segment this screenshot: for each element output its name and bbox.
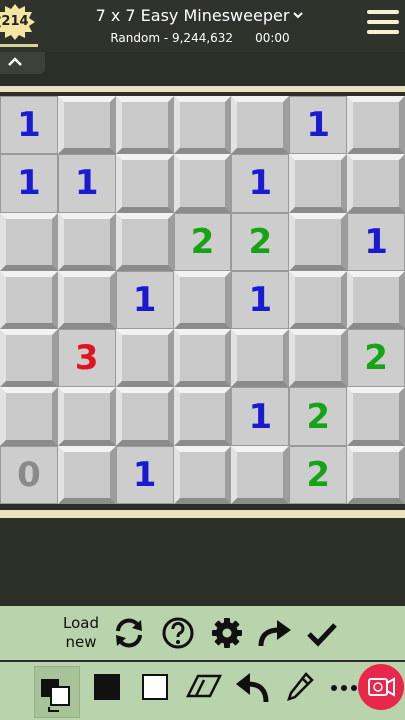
- cell-number: 2: [364, 338, 388, 379]
- board-cell-r1-c3[interactable]: [173, 154, 232, 213]
- undo-icon[interactable]: [234, 670, 270, 704]
- tool-toolbar: [0, 660, 405, 720]
- board-cell-r1-c4[interactable]: 1: [231, 154, 290, 213]
- collapse-header-button[interactable]: [0, 52, 45, 74]
- board-cell-r2-c1[interactable]: [57, 212, 116, 271]
- title-block[interactable]: 7 x 7 Easy Minesweeper Random - 9,244,63…: [90, 6, 310, 45]
- cell-number: 1: [364, 221, 388, 262]
- cell-number: 1: [248, 163, 273, 204]
- board-cell-r6-c6[interactable]: [347, 445, 405, 504]
- board-cell-r6-c3[interactable]: [173, 445, 232, 504]
- puzzle-id: Random - 9,244,632: [110, 31, 234, 45]
- black-square-icon[interactable]: [94, 674, 120, 700]
- redo-icon[interactable]: [257, 618, 293, 648]
- minesweeper-board: 11111221113212012: [0, 96, 405, 504]
- eraser-icon[interactable]: [186, 674, 222, 700]
- board-cell-r6-c2[interactable]: 1: [115, 445, 174, 504]
- cell-number: 1: [248, 279, 273, 320]
- white-square-icon[interactable]: [142, 674, 168, 700]
- fill-toggle-icon[interactable]: [34, 666, 80, 718]
- board-cell-r0-c2[interactable]: [115, 96, 174, 155]
- board-cell-r2-c0[interactable]: [0, 212, 58, 271]
- record-video-icon[interactable]: [358, 664, 404, 710]
- refresh-icon[interactable]: [112, 616, 146, 650]
- board-cell-r3-c6[interactable]: [347, 270, 405, 330]
- cell-number: 1: [306, 105, 331, 146]
- board-cell-r5-c6[interactable]: [347, 387, 405, 446]
- cell-number: 1: [17, 163, 41, 204]
- board-cell-r0-c1[interactable]: [57, 96, 116, 155]
- puzzle-info: Random - 9,244,632 00:00: [90, 31, 310, 45]
- cell-number: 1: [74, 163, 99, 204]
- board-cell-r5-c3[interactable]: [173, 387, 232, 446]
- check-icon[interactable]: [306, 620, 338, 648]
- board-cell-r1-c5[interactable]: [289, 154, 348, 213]
- board-cell-r2-c2[interactable]: [115, 212, 174, 271]
- chevron-down-icon: [293, 12, 304, 19]
- help-icon[interactable]: [161, 616, 195, 650]
- board-cell-r4-c1[interactable]: 3: [57, 329, 116, 388]
- board-cell-r2-c6[interactable]: 1: [347, 212, 405, 271]
- board-cell-r4-c0[interactable]: [0, 329, 58, 388]
- board-cell-r5-c5[interactable]: 2: [289, 387, 348, 446]
- board-cell-r3-c3[interactable]: [173, 270, 232, 330]
- board-cell-r4-c3[interactable]: [173, 329, 232, 388]
- board-cell-r6-c4[interactable]: [231, 445, 290, 504]
- board-cell-r0-c5[interactable]: 1: [289, 96, 348, 155]
- gear-icon[interactable]: [210, 616, 244, 650]
- board-cell-r5-c4[interactable]: 1: [231, 387, 290, 446]
- board-cell-r5-c2[interactable]: [115, 387, 174, 446]
- more-icon[interactable]: [330, 684, 358, 692]
- hamburger-menu-icon[interactable]: [367, 10, 399, 36]
- cell-number: 1: [17, 105, 41, 146]
- cell-number: 2: [190, 221, 215, 262]
- board-cell-r5-c0[interactable]: [0, 387, 58, 446]
- board-cell-r6-c1[interactable]: [57, 445, 116, 504]
- board-cell-r3-c1[interactable]: [57, 270, 116, 330]
- achievement-badge[interactable]: 214: [0, 4, 36, 40]
- board-cell-r2-c3[interactable]: 2: [173, 212, 232, 271]
- cell-number: 1: [248, 396, 273, 437]
- cell-number: 2: [306, 396, 331, 437]
- board-cell-r0-c0[interactable]: 1: [0, 96, 58, 155]
- chevron-up-icon: [8, 57, 22, 66]
- board-cell-r3-c4[interactable]: 1: [231, 270, 290, 330]
- puzzle-title-dropdown[interactable]: 7 x 7 Easy Minesweeper: [90, 6, 310, 25]
- board-cell-r3-c2[interactable]: 1: [115, 270, 174, 330]
- action-toolbar: Load new: [0, 606, 405, 660]
- board-cell-r1-c1[interactable]: 1: [57, 154, 116, 213]
- board-cell-r4-c4[interactable]: [231, 329, 290, 388]
- header-bar: 214 7 x 7 Easy Minesweeper Random - 9,24…: [0, 0, 405, 52]
- cell-number: 1: [132, 454, 157, 495]
- board-cell-r2-c4[interactable]: 2: [231, 212, 290, 271]
- cell-number: 0: [17, 454, 41, 495]
- badge-progress: [0, 44, 38, 47]
- board-cell-r4-c2[interactable]: [115, 329, 174, 388]
- board-cell-r1-c6[interactable]: [347, 154, 405, 213]
- board-cell-r6-c0[interactable]: 0: [0, 445, 58, 504]
- board-cell-r0-c3[interactable]: [173, 96, 232, 155]
- board-cell-r0-c6[interactable]: [347, 96, 405, 155]
- cell-number: 2: [248, 221, 273, 262]
- load-new-button[interactable]: Load new: [58, 614, 104, 652]
- board-bottom-border: [0, 510, 405, 518]
- board-cell-r3-c0[interactable]: [0, 270, 58, 330]
- cell-number: 1: [132, 279, 157, 320]
- timer: 00:00: [255, 31, 290, 45]
- board-cell-r6-c5[interactable]: 2: [289, 445, 348, 504]
- puzzle-title: 7 x 7 Easy Minesweeper: [95, 6, 290, 25]
- board-cell-r3-c5[interactable]: [289, 270, 348, 330]
- pencil-icon[interactable]: [286, 672, 314, 702]
- board-cell-r1-c0[interactable]: 1: [0, 154, 58, 213]
- board-cell-r2-c5[interactable]: [289, 212, 348, 271]
- board-cell-r4-c6[interactable]: 2: [347, 329, 405, 388]
- board-cell-r4-c5[interactable]: [289, 329, 348, 388]
- board-cell-r5-c1[interactable]: [57, 387, 116, 446]
- board-cell-r1-c2[interactable]: [115, 154, 174, 213]
- cell-number: 2: [306, 454, 331, 495]
- board-cell-r0-c4[interactable]: [231, 96, 290, 155]
- board-top-border: [0, 86, 405, 92]
- cell-number: 3: [74, 338, 99, 379]
- badge-count: 214: [1, 14, 29, 29]
